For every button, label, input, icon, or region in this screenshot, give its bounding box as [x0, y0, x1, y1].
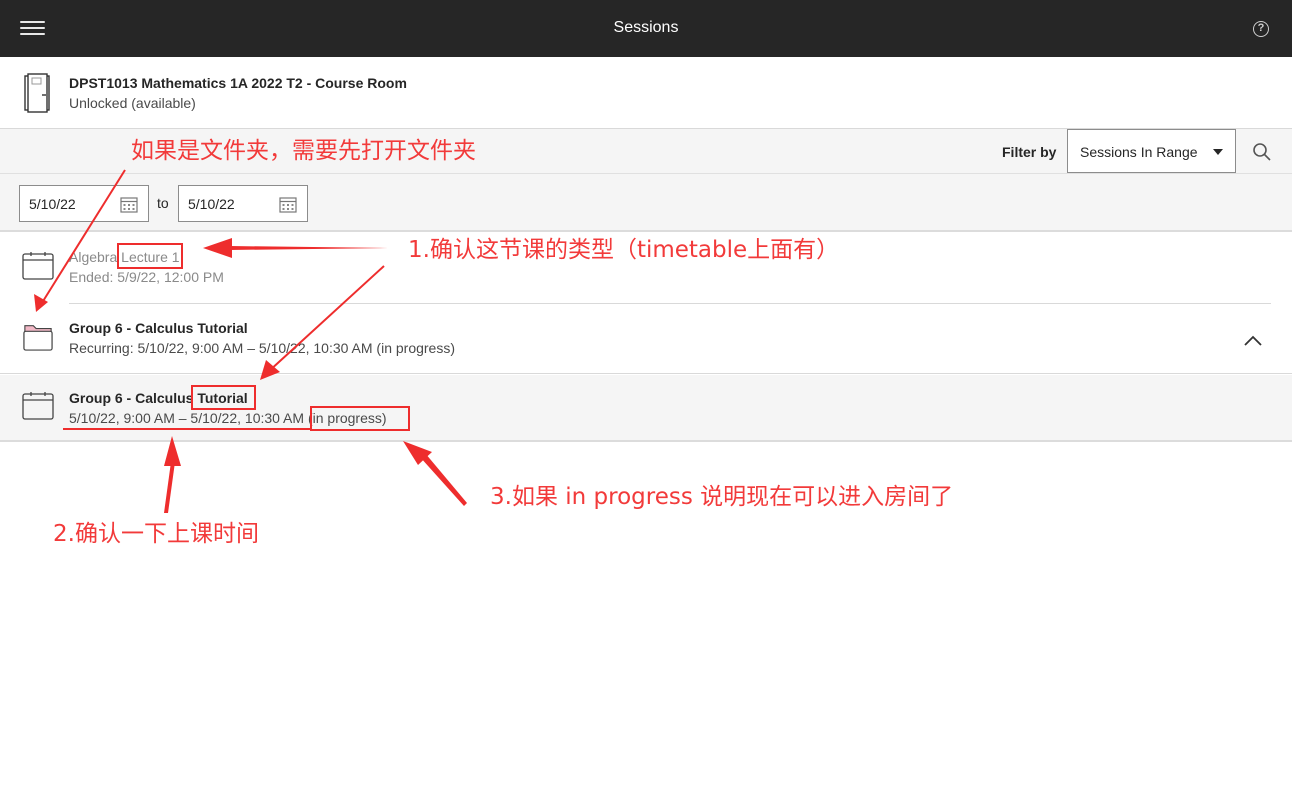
annotation-folder-note: 如果是文件夹，需要先打开文件夹 [131, 138, 476, 164]
course-room-door-icon [24, 73, 50, 113]
date-range-to-label: to [157, 195, 169, 211]
start-date-value: 5/10/22 [29, 196, 76, 212]
course-header: DPST1013 Mathematics 1A 2022 T2 - Course… [0, 57, 1292, 129]
session-folder-row[interactable]: Group 6 - Calculus Tutorial Recurring: 5… [0, 304, 1292, 374]
annotation-box-in-progress [310, 406, 410, 431]
arrow-to-time [164, 436, 181, 513]
calendar-picker-icon[interactable] [120, 196, 138, 213]
session-title: Group 6 - Calculus Tutorial [69, 320, 248, 336]
calendar-icon [22, 252, 54, 280]
session-subtitle: Ended: 5/9/22, 12:00 PM [69, 269, 224, 285]
calendar-picker-icon[interactable] [279, 196, 297, 213]
start-date-input[interactable]: 5/10/22 [19, 185, 149, 222]
annotation-underline-time [63, 428, 311, 430]
session-time: 5/10/22, 9:00 AM – 5/10/22, 10:30 AM [69, 410, 308, 426]
filter-label: Filter by [1002, 144, 1057, 160]
session-subtitle: Recurring: 5/10/22, 9:00 AM – 5/10/22, 1… [69, 340, 455, 356]
arrow-to-in-progress [403, 441, 467, 506]
search-icon[interactable] [1252, 142, 1272, 162]
course-status: Unlocked (available) [69, 95, 196, 111]
page-title: Sessions [613, 19, 679, 36]
date-range-bar: 5/10/22 to 5/10/22 [0, 174, 1292, 232]
annotation-box-lecture [117, 243, 183, 269]
annotation-step3: 3.如果 in progress 说明现在可以进入房间了 [490, 484, 954, 510]
collapse-chevron-icon[interactable] [1244, 334, 1262, 346]
filter-selected-value: Sessions In Range [1080, 144, 1198, 160]
top-bar: Sessions ? [0, 0, 1292, 57]
folder-icon [23, 325, 53, 351]
annotation-step1: 1.确认这节课的类型（timetable上面有） [408, 237, 840, 263]
end-date-value: 5/10/22 [188, 196, 235, 212]
help-icon[interactable]: ? [1253, 21, 1269, 37]
dropdown-caret-icon [1213, 149, 1223, 155]
course-title[interactable]: DPST1013 Mathematics 1A 2022 T2 - Course… [69, 75, 407, 91]
calendar-icon [22, 392, 54, 420]
filter-select[interactable]: Sessions In Range [1067, 129, 1236, 173]
annotation-box-tutorial [191, 385, 256, 410]
session-title-prefix: Algebra [69, 249, 122, 265]
session-title-prefix: Group 6 - Calculus [69, 390, 198, 406]
end-date-input[interactable]: 5/10/22 [178, 185, 308, 222]
annotation-step2: 2.确认一下上课时间 [53, 521, 259, 547]
